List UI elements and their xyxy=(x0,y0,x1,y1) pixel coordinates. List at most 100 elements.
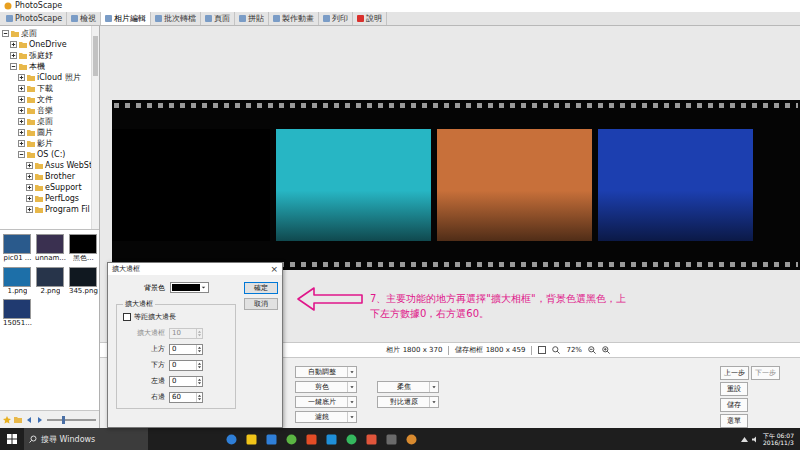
thumbnail[interactable]: pic01 ... xyxy=(3,234,32,263)
zoom-out-icon[interactable] xyxy=(588,346,596,354)
tree-item[interactable]: 文件 xyxy=(2,94,91,105)
folder-icon[interactable] xyxy=(14,416,22,424)
forward-icon[interactable] xyxy=(36,416,44,424)
equal-border-checkbox[interactable]: 等距擴大邊長 xyxy=(123,312,229,322)
expand-icon[interactable] xyxy=(26,184,33,191)
taskbar-app-icon[interactable] xyxy=(346,434,357,445)
taskbar-app-icon[interactable] xyxy=(226,434,237,445)
history-button[interactable]: 上一步 xyxy=(720,366,749,380)
zoom-in-icon[interactable] xyxy=(602,346,610,354)
clock[interactable]: 下午 06:072016/11/3 xyxy=(763,432,794,446)
expand-icon[interactable] xyxy=(26,173,33,180)
expand-icon[interactable] xyxy=(10,41,17,48)
action-button[interactable]: 選單 xyxy=(720,414,748,428)
spinner-icon[interactable] xyxy=(196,377,202,386)
thumbnail[interactable]: 黑色... xyxy=(69,234,98,263)
expand-icon[interactable] xyxy=(18,85,25,92)
edit-button[interactable]: 一鍵底片 xyxy=(295,396,357,408)
edit-button[interactable]: 自動調整 xyxy=(295,366,357,378)
number-input[interactable]: 60 xyxy=(169,392,203,403)
number-input[interactable]: 0 xyxy=(169,360,203,371)
dropdown-icon[interactable] xyxy=(347,367,356,377)
dropdown-icon[interactable] xyxy=(347,397,356,407)
taskbar-search[interactable]: 搜尋 Windows xyxy=(24,428,148,450)
tree-item[interactable]: 音樂 xyxy=(2,105,91,116)
taskbar-app-icon[interactable] xyxy=(366,434,377,445)
expand-icon[interactable] xyxy=(18,96,25,103)
action-button[interactable]: 儲存 xyxy=(720,398,748,412)
tree-item[interactable]: 圖片 xyxy=(2,127,91,138)
spinner-icon[interactable] xyxy=(196,393,202,402)
taskbar-app-icon[interactable] xyxy=(266,434,277,445)
edit-button[interactable]: 濾鏡 xyxy=(295,411,357,423)
close-button[interactable]: × xyxy=(270,265,278,274)
background-color-picker[interactable] xyxy=(170,282,209,293)
dropdown-icon[interactable] xyxy=(347,382,356,392)
thumbnail-size-slider[interactable] xyxy=(47,419,96,421)
taskbar-app-icon[interactable] xyxy=(306,434,317,445)
number-input[interactable]: 0 xyxy=(169,344,203,355)
dropdown-icon[interactable] xyxy=(200,284,207,291)
action-button[interactable]: 重設 xyxy=(720,382,748,396)
tree-item[interactable]: Brother xyxy=(2,171,91,182)
volume-icon[interactable] xyxy=(752,436,759,443)
expand-icon[interactable] xyxy=(26,195,33,202)
tab[interactable]: 頁面 xyxy=(201,12,235,25)
tree-item[interactable]: Asus WebSt xyxy=(2,160,91,171)
tree-item[interactable]: iCloud 照片 xyxy=(2,72,91,83)
expand-icon[interactable] xyxy=(18,118,25,125)
edit-button[interactable]: 剪色 xyxy=(295,381,357,393)
dropdown-icon[interactable] xyxy=(429,397,438,407)
thumbnail[interactable]: 1.png xyxy=(3,267,32,296)
dialog-button[interactable]: 確定 xyxy=(244,282,278,294)
tab[interactable]: 列印 xyxy=(319,12,353,25)
tab[interactable]: 檢視 xyxy=(67,12,101,25)
expand-icon[interactable] xyxy=(18,74,25,81)
tree-item[interactable]: 影片 xyxy=(2,138,91,149)
star-icon[interactable] xyxy=(3,416,11,424)
collapse-icon[interactable] xyxy=(10,63,17,70)
collapse-icon[interactable] xyxy=(18,151,25,158)
taskbar-app-icon[interactable] xyxy=(286,434,297,445)
collapse-icon[interactable] xyxy=(2,30,9,37)
expand-icon[interactable] xyxy=(18,140,25,147)
tree-item[interactable]: PerfLogs xyxy=(2,193,91,204)
fit-icon[interactable] xyxy=(538,346,546,354)
tree-item[interactable]: OneDrive xyxy=(2,39,91,50)
scrollbar[interactable] xyxy=(91,26,99,229)
network-icon[interactable] xyxy=(741,436,748,443)
tree-item[interactable]: 張庭妤 xyxy=(2,50,91,61)
tree-item[interactable]: Program Fil xyxy=(2,204,91,215)
taskbar-app-icon[interactable] xyxy=(386,434,397,445)
tab[interactable]: 相片編輯 xyxy=(101,12,151,25)
tree-item[interactable]: OS (C:) xyxy=(2,149,91,160)
spinner-icon[interactable] xyxy=(196,345,202,354)
edit-button[interactable]: 柔焦 xyxy=(377,381,439,393)
dialog-button[interactable]: 取消 xyxy=(244,298,278,310)
expand-icon[interactable] xyxy=(10,52,17,59)
expand-icon[interactable] xyxy=(26,206,33,213)
tab[interactable]: 拼貼 xyxy=(235,12,269,25)
number-input[interactable]: 0 xyxy=(169,376,203,387)
expand-icon[interactable] xyxy=(18,107,25,114)
expand-icon[interactable] xyxy=(18,129,25,136)
expand-icon[interactable] xyxy=(26,162,33,169)
thumbnail[interactable]: 345.png xyxy=(69,267,98,296)
tab[interactable]: 批次轉檔 xyxy=(151,12,201,25)
back-icon[interactable] xyxy=(25,416,33,424)
spinner-icon[interactable] xyxy=(196,361,202,370)
thumbnail[interactable]: 2.png xyxy=(35,267,66,296)
dropdown-icon[interactable] xyxy=(429,382,438,392)
thumbnail[interactable]: 15051... xyxy=(3,299,32,328)
tree-item[interactable]: 桌面 xyxy=(2,28,91,39)
tab[interactable]: 製作動畫 xyxy=(269,12,319,25)
tab[interactable]: PhotoScape xyxy=(2,12,67,25)
tab[interactable]: 說明 xyxy=(353,12,387,25)
taskbar-app-icon[interactable] xyxy=(326,434,337,445)
thumbnail[interactable]: unnam... xyxy=(35,234,66,263)
taskbar-app-icon[interactable] xyxy=(406,434,417,445)
tree-item[interactable]: 下載 xyxy=(2,83,91,94)
edit-button[interactable]: 對比還原 xyxy=(377,396,439,408)
tree-item[interactable]: 桌面 xyxy=(2,116,91,127)
tree-item[interactable]: eSupport xyxy=(2,182,91,193)
